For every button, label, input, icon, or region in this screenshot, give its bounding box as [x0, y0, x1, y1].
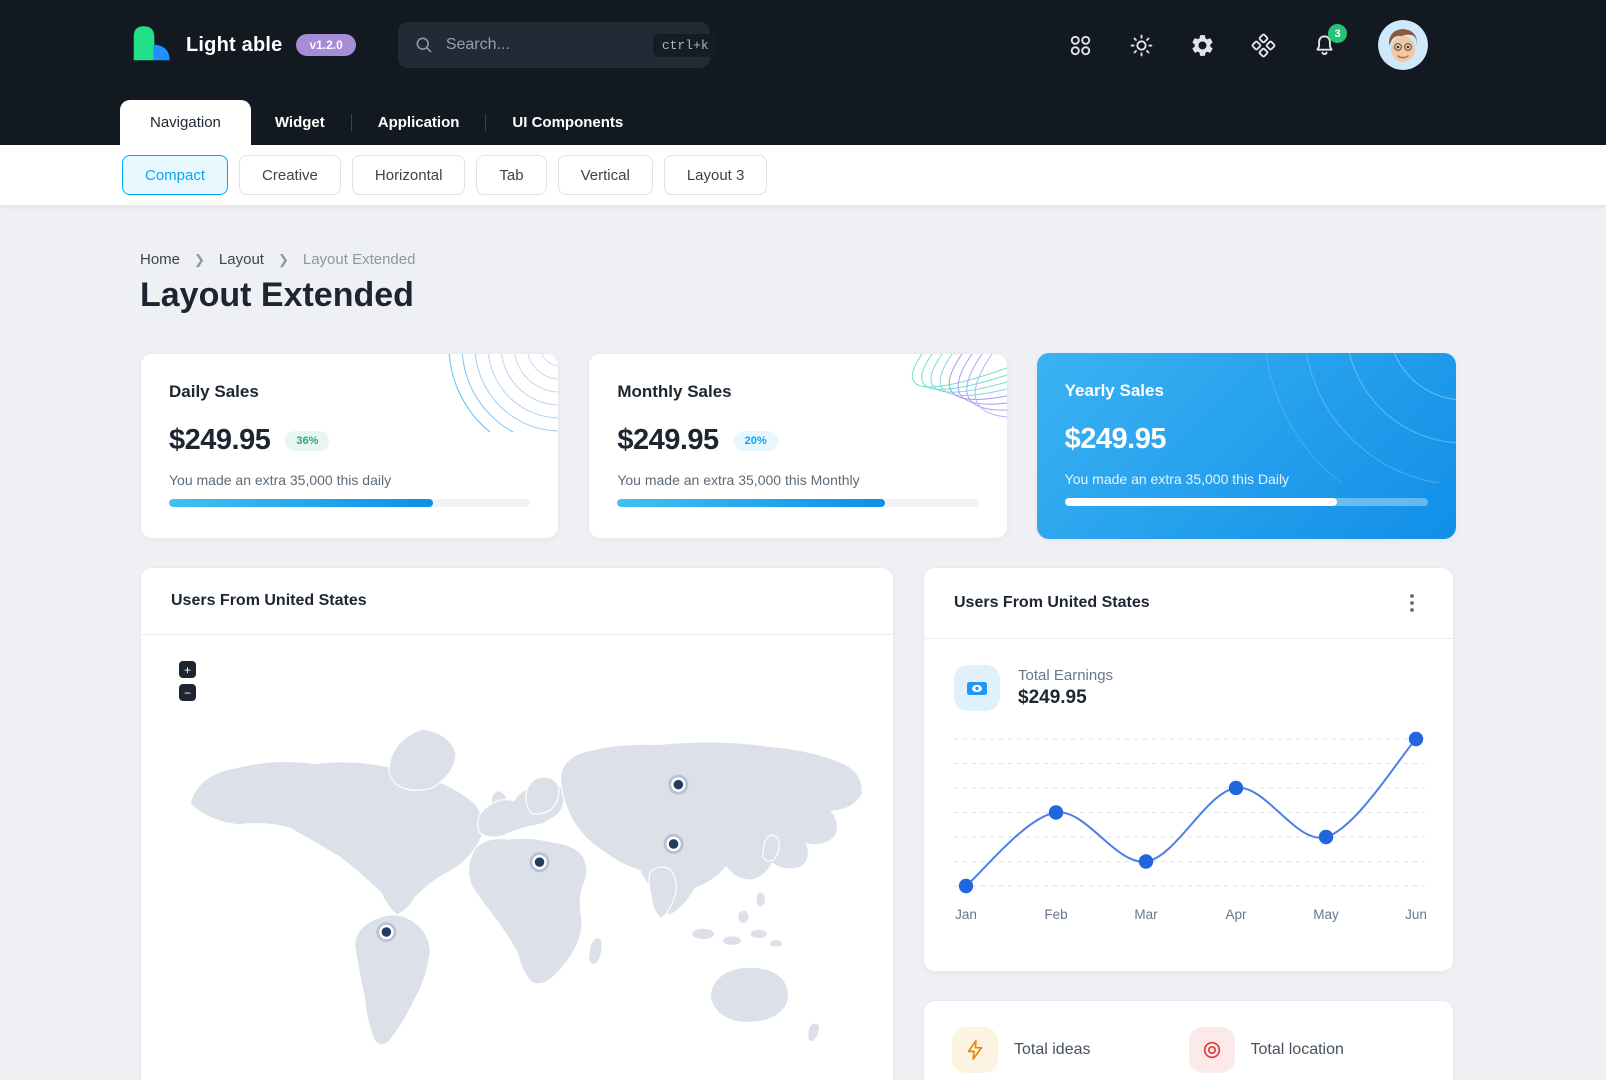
tab-separator: [485, 114, 486, 131]
map-zoom-out-button[interactable]: −: [179, 684, 196, 701]
right-column: Users From United States Total Earnings …: [923, 567, 1454, 1080]
world-map[interactable]: + −: [141, 635, 893, 1057]
card-amount: $249.95: [1065, 423, 1166, 456]
svg-text:Apr: Apr: [1225, 907, 1247, 922]
stat-value: $249.95: [1018, 687, 1113, 709]
progress-track: [617, 499, 978, 507]
total-label: Total ideas: [1014, 1041, 1091, 1059]
search-icon: [414, 35, 434, 55]
settings-gear-icon[interactable]: [1189, 32, 1215, 58]
total-ideas-item: Total ideas: [952, 1027, 1189, 1073]
card-subtitle: You made an extra 35,000 this Daily: [1065, 471, 1428, 487]
card-subtitle: You made an extra 35,000 this Monthly: [617, 472, 978, 488]
world-map-svg: [171, 651, 865, 1057]
arc-decoration: [1196, 353, 1456, 483]
breadcrumb-layout[interactable]: Layout: [219, 251, 264, 268]
progress-fill: [1065, 498, 1338, 506]
notification-count-badge: 3: [1328, 24, 1347, 43]
page-content: Home ❯ Layout ❯ Layout Extended Layout E…: [0, 251, 1606, 1080]
total-earnings-row: Total Earnings $249.95: [954, 665, 1423, 711]
card-amount: $249.95: [617, 424, 718, 457]
users-earnings-card: Users From United States Total Earnings …: [923, 567, 1454, 972]
pill-horizontal[interactable]: Horizontal: [352, 155, 466, 195]
main-nav-tabs: Navigation Widget Application UI Compone…: [0, 90, 1606, 145]
svg-text:Jun: Jun: [1405, 907, 1427, 922]
tab-separator: [351, 114, 352, 131]
app-header: Light able v1.2.0 ctrl+k 3: [0, 0, 1606, 90]
total-label: Total location: [1251, 1041, 1344, 1059]
stat-cards-row: Daily Sales $249.95 36% You made an extr…: [140, 353, 1456, 539]
user-avatar[interactable]: [1378, 20, 1428, 70]
card-title: Yearly Sales: [1065, 381, 1428, 401]
tab-ui-components[interactable]: UI Components: [488, 100, 647, 145]
breadcrumb-home[interactable]: Home: [140, 251, 180, 268]
chevron-right-icon: ❯: [194, 252, 205, 268]
breadcrumb: Home ❯ Layout ❯ Layout Extended: [140, 251, 1456, 268]
search-shortcut-kbd: ctrl+k: [653, 34, 718, 57]
percent-badge: 20%: [734, 431, 778, 451]
earnings-card-title: Users From United States: [954, 594, 1150, 612]
pill-layout-3[interactable]: Layout 3: [664, 155, 768, 195]
progress-fill: [617, 499, 884, 507]
svg-text:Mar: Mar: [1134, 907, 1158, 922]
breadcrumb-current: Layout Extended: [303, 251, 416, 268]
pill-creative[interactable]: Creative: [239, 155, 341, 195]
users-map-card: Users From United States + −: [140, 567, 894, 1080]
theme-sun-icon[interactable]: [1128, 32, 1154, 58]
sub-nav-pills: Compact Creative Horizontal Tab Vertical…: [0, 145, 1606, 205]
notifications-bell-icon[interactable]: 3: [1311, 32, 1337, 58]
percent-badge: 36%: [285, 431, 329, 451]
progress-track: [1065, 498, 1428, 506]
totals-card: Total ideas Total location: [923, 1000, 1454, 1080]
search-input[interactable]: [446, 36, 653, 54]
brand-area[interactable]: Light able v1.2.0: [128, 21, 356, 70]
tab-application[interactable]: Application: [354, 100, 484, 145]
svg-text:Feb: Feb: [1044, 907, 1067, 922]
card-title: Daily Sales: [169, 382, 530, 402]
monthly-sales-card: Monthly Sales $249.95 20% You made an ex…: [588, 353, 1007, 539]
widgets-diamond-icon[interactable]: [1250, 32, 1276, 58]
tab-widget[interactable]: Widget: [251, 100, 349, 145]
card-subtitle: You made an extra 35,000 this daily: [169, 472, 530, 488]
progress-fill: [169, 499, 433, 507]
earnings-line-chart: JanFebMarAprMayJun: [954, 727, 1423, 927]
progress-track: [169, 499, 530, 507]
kebab-menu-icon[interactable]: [1401, 592, 1423, 614]
lightning-icon: [952, 1027, 998, 1073]
brand-name: Light able: [186, 34, 282, 57]
cash-icon: [954, 665, 1000, 711]
card-amount: $249.95: [169, 424, 270, 457]
stat-label: Total Earnings: [1018, 667, 1113, 684]
map-zoom-in-button[interactable]: +: [179, 661, 196, 678]
page-title: Layout Extended: [140, 276, 1456, 315]
chevron-right-icon: ❯: [278, 252, 289, 268]
global-search[interactable]: ctrl+k: [398, 22, 710, 68]
card-title: Monthly Sales: [617, 382, 978, 402]
svg-text:Jan: Jan: [955, 907, 977, 922]
pill-vertical[interactable]: Vertical: [558, 155, 653, 195]
pill-tab[interactable]: Tab: [476, 155, 546, 195]
daily-sales-card: Daily Sales $249.95 36% You made an extr…: [140, 353, 559, 539]
pill-compact[interactable]: Compact: [122, 155, 228, 195]
location-target-icon: [1189, 1027, 1235, 1073]
map-card-title: Users From United States: [171, 592, 367, 610]
app-logo-icon: [128, 21, 172, 70]
total-location-item: Total location: [1189, 1027, 1426, 1073]
version-badge: v1.2.0: [296, 34, 355, 56]
yearly-sales-card: Yearly Sales $249.95 You made an extra 3…: [1037, 353, 1456, 539]
apps-grid-icon[interactable]: [1067, 32, 1093, 58]
svg-text:May: May: [1313, 907, 1339, 922]
tab-navigation[interactable]: Navigation: [120, 100, 251, 145]
